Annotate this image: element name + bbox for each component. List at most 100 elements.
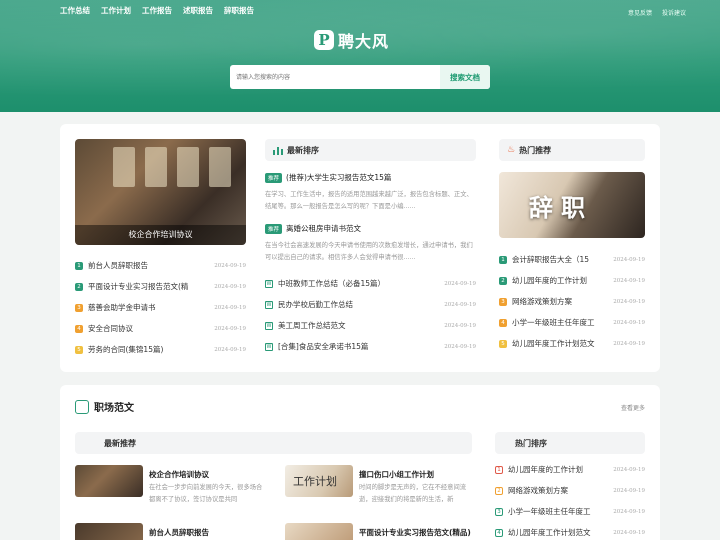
hot-image-text: 辞职 xyxy=(529,193,593,222)
list-item[interactable]: 4 幼儿园年度工作计划范文 2024-09-19 xyxy=(495,522,645,540)
nav-resignation-report[interactable]: 辞职报告 xyxy=(224,5,254,16)
list-item[interactable]: 2 平面设计专业实习报告范文(精 2024-09-19 xyxy=(75,276,246,297)
list-item-title: 劳务的合同(集锦15篇) xyxy=(88,345,164,354)
hot-header-title: 热门推荐 xyxy=(519,145,552,155)
list-item-date: 2024-09-19 xyxy=(613,508,645,515)
nav-work-summary[interactable]: 工作总结 xyxy=(60,5,90,16)
article-thumbnail[interactable] xyxy=(285,523,353,540)
latest-list: W 中班教师工作总结（必备15篇） 2024-09-19 W 民办学校后勤工作总… xyxy=(265,273,476,357)
list-item[interactable]: 1 会计辞职报告大全（15 2024-09-19 xyxy=(499,249,645,270)
list-item-title: 幼儿园年度的工作计划 xyxy=(508,465,583,474)
recommend-header-title: 最新推荐 xyxy=(104,438,136,448)
list-item-title: 小学一年级班主任年度工 xyxy=(508,507,591,516)
thumbnail-text: 工作计划 xyxy=(293,475,337,488)
article-title[interactable]: 平面设计专业实习报告范文(精品) xyxy=(359,527,471,538)
list-item[interactable]: W [合集]食品安全承诺书15篇 2024-09-19 xyxy=(265,336,476,357)
search-input[interactable] xyxy=(230,65,440,89)
list-item[interactable]: 3 网络游戏策划方案 2024-09-19 xyxy=(499,291,645,312)
hot-rank-list: 1 幼儿园年度的工作计划 2024-09-19 2 网络游戏策划方案 2024-… xyxy=(495,459,645,540)
list-item-title: 网络游戏策划方案 xyxy=(508,486,568,495)
rank-badge: 5 xyxy=(499,339,507,348)
featured-caption: 校企合作培训协议 xyxy=(75,225,246,245)
list-item[interactable]: 5 幼儿园年度工作计划范文 2024-09-19 xyxy=(499,333,645,354)
list-item-title: 民办学校后勤工作总结 xyxy=(278,300,353,309)
list-item-title: 小学一年级班主任年度工 xyxy=(512,318,595,327)
list-item[interactable]: 4 安全合同协议 2024-09-19 xyxy=(75,318,246,339)
feedback-link[interactable]: 意见反馈 xyxy=(628,8,652,17)
list-item-title: 中班教师工作总结（必备15篇） xyxy=(278,279,386,288)
logo-name: 聘大风 xyxy=(338,32,390,51)
article-title[interactable]: 撞口伤口小组工作计划 xyxy=(359,469,434,480)
list-item-title: 幼儿园年度工作计划范文 xyxy=(508,528,591,537)
bar-chart-icon xyxy=(273,146,283,155)
nav-work-plan[interactable]: 工作计划 xyxy=(101,5,131,16)
list-item-date: 2024-09-19 xyxy=(444,280,476,287)
workplace-card: 职场范文 查看更多 最新推荐 校企合作培训协议 在社会一步步向前发展的今天，很多… xyxy=(60,385,660,540)
rank-badge: 3 xyxy=(499,297,507,306)
list-item-date: 2024-09-19 xyxy=(613,256,645,263)
hot-rank-header: 热门排序 xyxy=(495,432,645,454)
list-item-date: 2024-09-19 xyxy=(214,283,246,290)
rank-badge: 2 xyxy=(499,276,507,285)
list-item-date: 2024-09-19 xyxy=(214,262,246,269)
nav-duty-report[interactable]: 述职报告 xyxy=(183,5,213,16)
search-button[interactable]: 搜索文档 xyxy=(440,65,490,89)
list-item[interactable]: 1 幼儿园年度的工作计划 2024-09-19 xyxy=(495,459,645,480)
rank-badge: 5 xyxy=(75,345,83,354)
list-item[interactable]: 2 幼儿园年度的工作计划 2024-09-19 xyxy=(499,270,645,291)
list-item[interactable]: W 中班教师工作总结（必备15篇） 2024-09-19 xyxy=(265,273,476,294)
article-thumbnail[interactable]: 工作计划 xyxy=(285,465,353,497)
document-icon: W xyxy=(265,300,273,309)
list-item-title: 前台人员辞职报告 xyxy=(88,261,148,270)
article-excerpt: 在当今社会高速发展的今天申请书使用的次数愈发增长，通过申请书，我们可以提出自己的… xyxy=(265,242,473,261)
rank-badge: 3 xyxy=(75,303,83,312)
list-item-date: 2024-09-19 xyxy=(214,346,246,353)
list-item[interactable]: 3 慈善会助学金申请书 2024-09-19 xyxy=(75,297,246,318)
list-item[interactable]: 5 劳务的合同(集锦15篇) 2024-09-19 xyxy=(75,339,246,360)
list-item[interactable]: W 美工周工作总结范文 2024-09-19 xyxy=(265,315,476,336)
site-logo[interactable]: P 聘大风 xyxy=(314,28,389,52)
workplace-title-text: 职场范文 xyxy=(94,403,134,414)
list-item-date: 2024-09-19 xyxy=(613,340,645,347)
window-shape xyxy=(177,147,199,187)
article-title[interactable]: 前台人员辞职报告 xyxy=(149,527,209,538)
recommend-header: 最新推荐 xyxy=(75,432,472,454)
window-shape xyxy=(113,147,135,187)
list-item-date: 2024-09-19 xyxy=(613,277,645,284)
article-title[interactable]: 校企合作培训协议 xyxy=(149,469,209,480)
article-title[interactable]: 离婚公租房申请书范文 xyxy=(286,223,361,234)
list-item[interactable]: 3 小学一年级班主任年度工 2024-09-19 xyxy=(495,501,645,522)
latest-header-title: 最新排序 xyxy=(287,145,319,155)
list-item-date: 2024-09-19 xyxy=(214,325,246,332)
hot-image[interactable]: 辞职 xyxy=(499,172,645,238)
list-item[interactable]: 1 前台人员辞职报告 2024-09-19 xyxy=(75,255,246,276)
top-content-card: 校企合作培训协议 1 前台人员辞职报告 2024-09-19 2 平面设计专业实… xyxy=(60,124,660,372)
left-list: 1 前台人员辞职报告 2024-09-19 2 平面设计专业实习报告范文(精 2… xyxy=(75,255,246,360)
top-nav: 工作总结 工作计划 工作报告 述职报告 辞职报告 xyxy=(60,5,254,16)
list-item-title: 会计辞职报告大全（15 xyxy=(512,255,590,264)
list-item[interactable]: W 民办学校后勤工作总结 2024-09-19 xyxy=(265,294,476,315)
hot-rank-header-title: 热门排序 xyxy=(515,438,547,448)
article-title[interactable]: (推荐)大学生实习报告范文15篇 xyxy=(286,172,391,183)
list-item-date: 2024-09-19 xyxy=(613,487,645,494)
document-icon: W xyxy=(265,279,273,288)
view-more-link[interactable]: 查看更多 xyxy=(621,403,645,412)
featured-image[interactable]: 校企合作培训协议 xyxy=(75,139,246,245)
article-item[interactable]: 推荐 (推荐)大学生实习报告范文15篇 在学习、工作生活中，报告的适用范围越来越广… xyxy=(265,172,475,213)
list-item-date: 2024-09-19 xyxy=(444,343,476,350)
article-excerpt: 在学习、工作生活中，报告的适用范围越来越广泛，报告包含标题、正文、结尾等。那么一… xyxy=(265,191,473,210)
article-item[interactable]: 推荐 离婚公租房申请书范文 在当今社会高速发展的今天申请书使用的次数愈发增长，通过… xyxy=(265,223,475,264)
logo-mark-icon: P xyxy=(314,30,334,50)
list-item[interactable]: 2 网络游戏策划方案 2024-09-19 xyxy=(495,480,645,501)
window-shape xyxy=(145,147,167,187)
nav-work-report[interactable]: 工作报告 xyxy=(142,5,172,16)
complaint-link[interactable]: 投诉建议 xyxy=(662,8,686,17)
rank-badge: 1 xyxy=(495,465,503,474)
hot-header: ♨ 热门推荐 xyxy=(499,139,645,161)
window-shape xyxy=(209,147,231,187)
list-item-date: 2024-09-19 xyxy=(214,304,246,311)
list-item-date: 2024-09-19 xyxy=(444,322,476,329)
list-item[interactable]: 4 小学一年级班主任年度工 2024-09-19 xyxy=(499,312,645,333)
article-thumbnail[interactable] xyxy=(75,523,143,540)
article-thumbnail[interactable] xyxy=(75,465,143,497)
